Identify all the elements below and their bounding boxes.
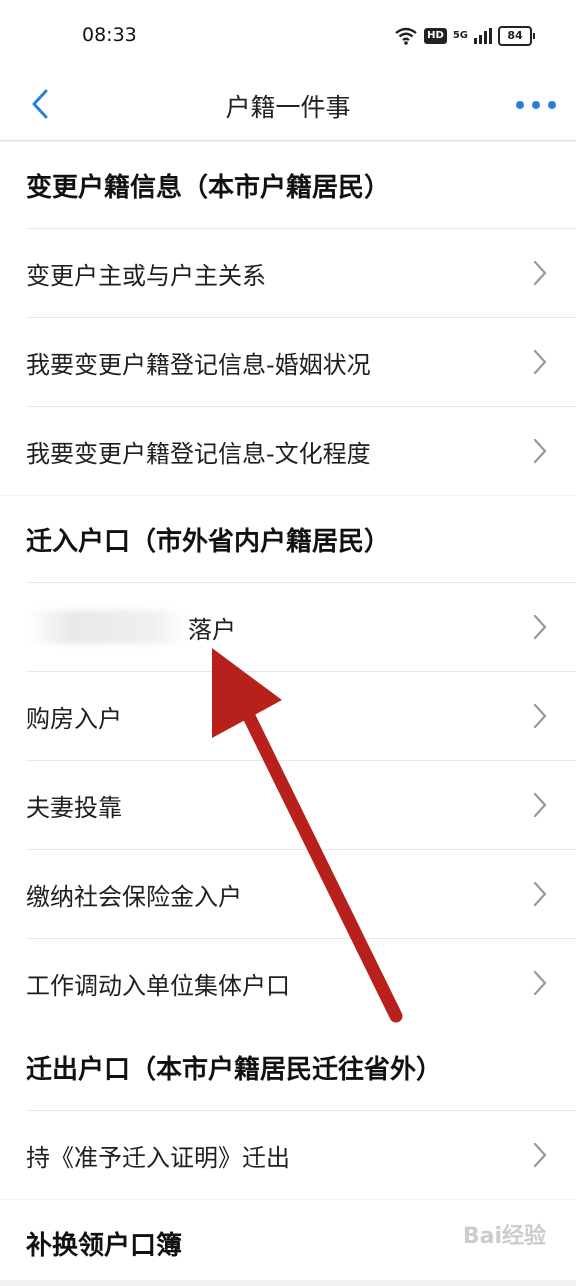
list-item-label: 购房入户 (26, 704, 122, 733)
list-item-label: 持《准予迁入证明》迁出 (26, 1143, 290, 1172)
more-dot (516, 101, 524, 109)
section-header: 变更户籍信息（本市户籍居民） (26, 172, 391, 203)
list-item-label: 工作调动入单位集体户口 (26, 971, 290, 1000)
status-bar: 08:33 HD 5G 84 (0, 0, 576, 70)
section-move-out-household: 迁出户口（本市户籍居民迁往省外） 持《准予迁入证明》迁出 (0, 1024, 576, 1199)
list-item[interactable]: 夫妻投靠 (26, 760, 576, 849)
list-item-label: 缴纳社会保险金入户 (26, 882, 242, 911)
more-button[interactable] (516, 90, 556, 120)
page-title: 户籍一件事 (225, 93, 351, 122)
list-item[interactable]: 购房入户 (26, 671, 576, 760)
more-dot (532, 101, 540, 109)
list-item[interactable]: 我要变更户籍登记信息-婚姻状况 (26, 317, 576, 406)
status-time: 08:33 (82, 24, 137, 46)
battery-icon: 84 (498, 26, 535, 46)
chevron-right-icon (520, 703, 560, 729)
chevron-right-icon (520, 970, 560, 996)
wifi-icon (395, 27, 417, 45)
chevron-right-icon (520, 881, 560, 907)
section-header: 迁出户口（本市户籍居民迁往省外） (26, 1054, 443, 1085)
chevron-right-icon (520, 792, 560, 818)
chevron-right-icon (520, 438, 560, 464)
chevron-right-icon (520, 349, 560, 375)
list-item[interactable]: 变更户主或与户主关系 (26, 228, 576, 317)
list-item[interactable]: 缴纳社会保险金入户 (26, 849, 576, 938)
more-dot (548, 101, 556, 109)
list-item[interactable]: 落户 (26, 582, 576, 671)
navigation-bar: 户籍一件事 (0, 70, 576, 141)
list-item-label: 我要变更户籍登记信息-婚姻状况 (26, 350, 371, 379)
list-item[interactable]: 持《准予迁入证明》迁出 (26, 1110, 576, 1199)
watermark: Bai经验 (462, 1224, 546, 1249)
status-icons: HD 5G 84 (394, 24, 535, 48)
chevron-right-icon (520, 614, 560, 640)
list-item-label: 变更户主或与户主关系 (26, 261, 266, 290)
hd-badge: HD (424, 28, 447, 44)
signal-icon (474, 28, 492, 44)
section-change-household-info: 变更户籍信息（本市户籍居民） 变更户主或与户主关系 我要变更户籍登记信息-婚姻状… (0, 142, 576, 495)
list-item-label: 我要变更户籍登记信息-文化程度 (26, 439, 371, 468)
section-header: 迁入户口（市外省内户籍居民） (26, 526, 391, 557)
chevron-right-icon (520, 260, 560, 286)
list-item[interactable]: 工作调动入单位集体户口 (26, 938, 576, 1027)
list-item-label: 夫妻投靠 (26, 793, 122, 822)
redacted-text (26, 610, 186, 644)
section-move-in-household: 迁入户口（市外省内户籍居民） 落户 购房入户 夫妻投靠 缴纳社会保险金入户 工作… (0, 496, 576, 1027)
network-type-label: 5G (452, 30, 468, 41)
list-item[interactable]: 我要变更户籍登记信息-文化程度 (26, 406, 576, 495)
chevron-right-icon (520, 1142, 560, 1168)
